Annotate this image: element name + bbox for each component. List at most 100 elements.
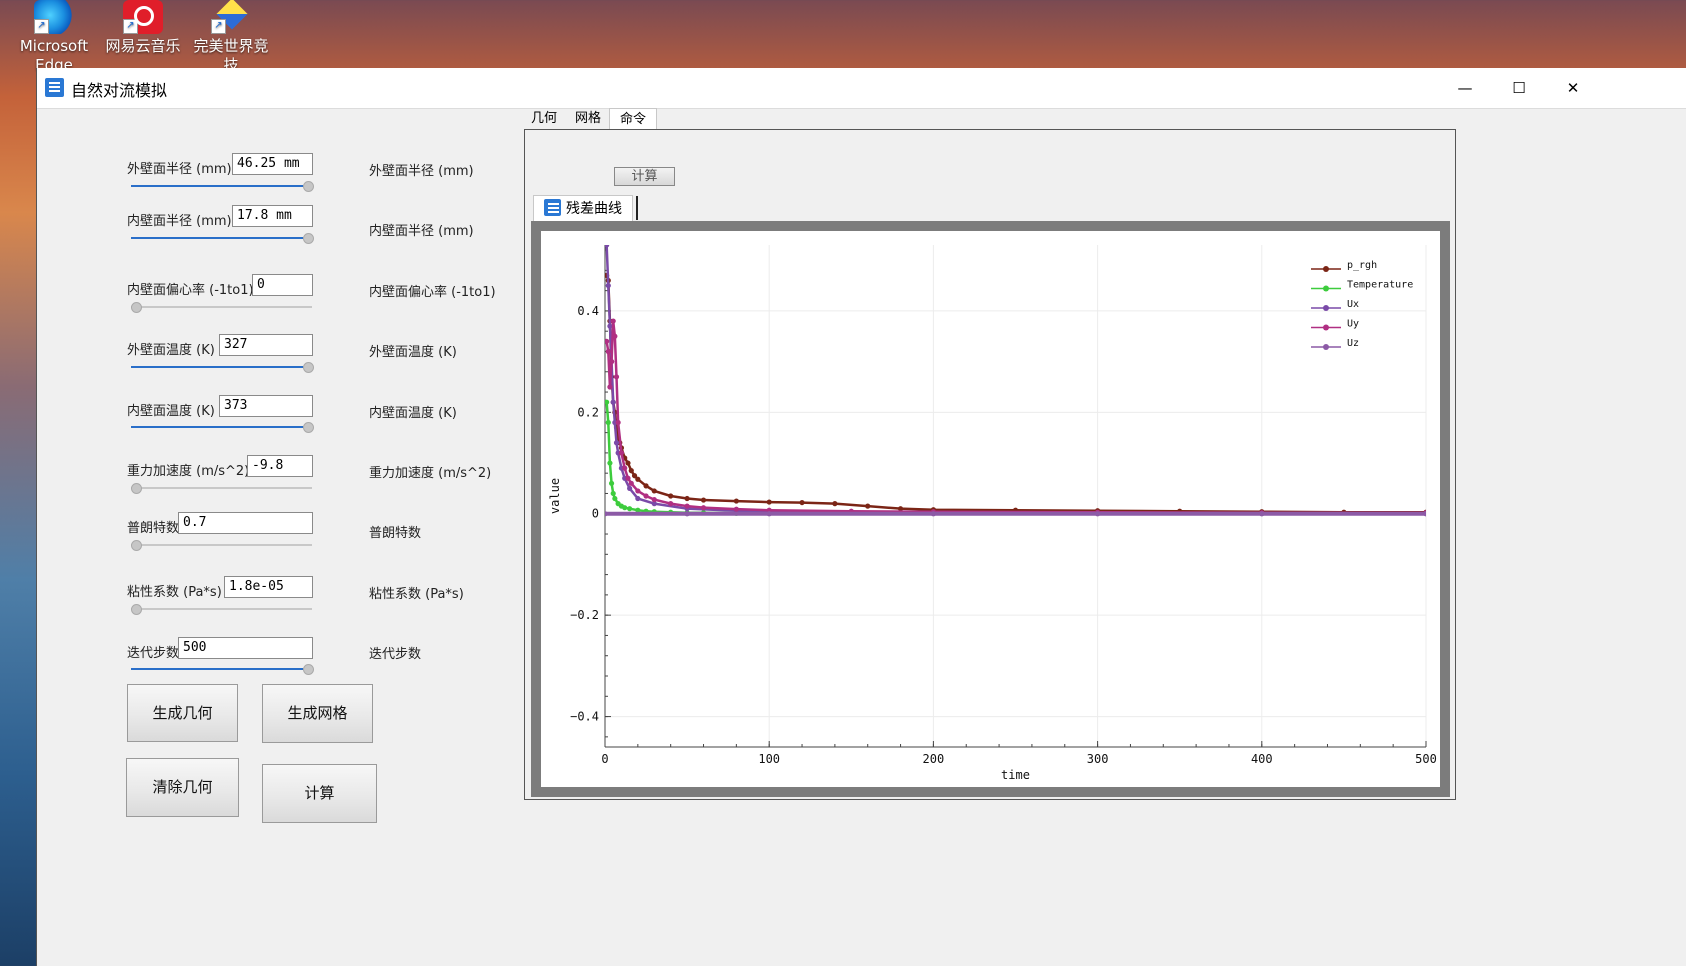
x-tick-label: 200 — [923, 752, 945, 766]
slider-handle[interactable] — [131, 302, 142, 313]
field-slider[interactable] — [131, 539, 312, 551]
field-input[interactable]: 46.25 mm — [232, 153, 313, 175]
generate-mesh-button[interactable]: 生成网格 — [262, 684, 373, 743]
residual-chart-svg: 0 100 200 300 400 500 −0.4 −0.2 0 0.2 0.4 time value… — [548, 245, 1437, 782]
legend-swatch-marker — [1323, 324, 1329, 331]
close-button[interactable]: ✕ — [1547, 68, 1599, 108]
data-point-Ux — [605, 282, 611, 289]
field-value-label: 外壁面温度 (K) — [369, 345, 457, 360]
slider-handle[interactable] — [131, 604, 142, 615]
field-input[interactable]: 1.8e-05 — [224, 576, 313, 598]
field-slider[interactable] — [131, 663, 314, 675]
field-label: 重力加速度 (m/s^2) — [127, 464, 250, 479]
data-point-Uy — [610, 318, 616, 324]
data-point-Temperature — [622, 505, 628, 511]
generate-geometry-button[interactable]: 生成几何 — [127, 684, 238, 742]
data-point-Ux — [635, 495, 641, 502]
y-tick-label: 0 — [592, 507, 599, 521]
field-slider[interactable] — [131, 482, 312, 494]
field-value-label: 普朗特数 — [369, 526, 422, 541]
data-point-Uz — [1259, 511, 1265, 517]
field-slider[interactable] — [131, 361, 314, 373]
field-input[interactable]: 373 — [219, 395, 313, 417]
desktop-icon-edge[interactable]: ↗ Microsoft Edge — [10, 0, 98, 75]
data-point-p_rgh — [643, 483, 649, 489]
data-point-Temperature — [608, 480, 615, 486]
data-point-Uz — [1095, 511, 1101, 517]
slider-fill — [131, 426, 303, 428]
slider-handle[interactable] — [131, 540, 142, 551]
data-point-Uy — [618, 450, 625, 456]
slider-handle[interactable] — [303, 422, 314, 433]
field-input[interactable]: 500 — [178, 637, 313, 659]
perfect-world-icon: ↗ — [211, 0, 251, 34]
field-slider[interactable] — [131, 421, 314, 433]
slider-handle[interactable] — [303, 233, 314, 244]
tab-geometry[interactable]: 几何 — [521, 108, 567, 130]
field-input[interactable]: 17.8 mm — [232, 205, 313, 227]
data-point-Uy — [612, 333, 618, 339]
slider-handle[interactable] — [131, 483, 142, 494]
minimize-button[interactable]: — — [1439, 68, 1491, 108]
field-slider[interactable] — [131, 301, 312, 313]
data-point-Uy — [607, 384, 613, 390]
field-input[interactable]: 327 — [219, 334, 313, 356]
field-slider[interactable] — [131, 603, 312, 615]
compute-button[interactable]: 计算 — [262, 764, 377, 823]
slider-fill — [131, 185, 303, 187]
legend-label: p_rgh — [1347, 260, 1377, 271]
legend-swatch-marker — [1323, 285, 1329, 292]
y-tick-label: −0.2 — [570, 608, 599, 622]
slider-handle[interactable] — [303, 181, 314, 192]
legend-label: Uy — [1347, 319, 1359, 330]
data-point-Temperature — [605, 419, 611, 426]
field-input[interactable]: 0.7 — [178, 512, 313, 534]
slider-handle[interactable] — [303, 664, 314, 675]
data-point-Temperature — [607, 460, 613, 466]
x-tick-label: 400 — [1251, 752, 1273, 766]
field-label: 内壁面温度 (K) — [127, 404, 215, 419]
y-axis-label: value — [548, 478, 562, 514]
data-point-p_rgh — [635, 476, 641, 482]
title-bar[interactable]: 自然对流模拟 — ☐ ✕ — [37, 68, 1686, 109]
data-point-p_rgh — [865, 503, 871, 509]
desktop-icon-netease-music[interactable]: ↗ 网易云音乐 — [99, 0, 187, 56]
field-value-label: 粘性系数 (Pa*s) — [369, 587, 464, 602]
data-point-Uz — [1423, 511, 1426, 517]
tab-residual-curve[interactable]: 残差曲线 — [533, 195, 633, 222]
series-line-Ux — [605, 245, 1426, 515]
y-tick-label: 0.4 — [577, 304, 599, 318]
field-slider[interactable] — [131, 180, 314, 192]
field-label: 迭代步数 — [127, 646, 180, 661]
slider-handle[interactable] — [303, 362, 314, 373]
field-value-label: 重力加速度 (m/s^2) — [369, 466, 492, 481]
data-point-Uy — [635, 488, 641, 494]
series-line-Temperature — [605, 402, 1426, 515]
data-point-p_rgh — [625, 460, 631, 466]
data-point-Temperature — [612, 495, 618, 502]
tab-mesh[interactable]: 网格 — [565, 108, 611, 130]
data-point-Uy — [615, 419, 621, 426]
data-point-Temperature — [610, 490, 616, 497]
tab-command[interactable]: 命令 — [609, 108, 658, 131]
field-input[interactable]: -9.8 — [247, 455, 313, 477]
chart-icon — [544, 199, 561, 216]
panel-compute-button[interactable]: 计算 — [614, 167, 675, 186]
data-point-Uy — [625, 475, 631, 481]
maximize-button[interactable]: ☐ — [1493, 68, 1545, 108]
x-tick-label: 300 — [1087, 752, 1109, 766]
field-slider[interactable] — [131, 232, 314, 244]
data-point-p_rgh — [628, 468, 634, 474]
data-point-Uy — [613, 374, 620, 380]
field-label: 外壁面温度 (K) — [127, 343, 215, 358]
data-point-Uz — [930, 511, 936, 517]
field-label: 外壁面半径 (mm) — [127, 162, 232, 177]
subtab-label: 残差曲线 — [566, 201, 622, 217]
data-point-p_rgh — [766, 499, 772, 505]
data-point-Uy — [622, 465, 628, 471]
data-point-Uy — [700, 505, 707, 511]
clear-geometry-button[interactable]: 清除几何 — [126, 758, 239, 817]
data-point-Uy — [684, 503, 690, 509]
netease-music-icon: ↗ — [123, 0, 163, 34]
field-input[interactable]: 0 — [252, 274, 313, 296]
